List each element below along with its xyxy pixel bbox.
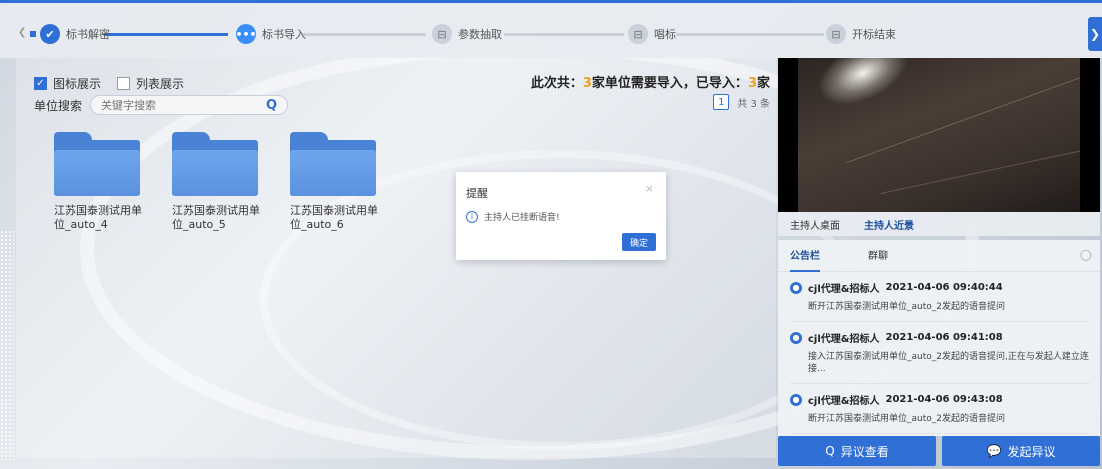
board-tabs: 公告栏 群聊 <box>778 240 1100 272</box>
step-connector-4 <box>676 33 824 36</box>
unit-search-label: 单位搜索 <box>34 98 83 113</box>
message-time: 2021-04-06 09:41:08 <box>885 332 1003 343</box>
message-time: 2021-04-06 09:43:08 <box>885 394 1003 405</box>
message-body: 断开江苏国泰测试用单位_auto_2发起的语音提问 <box>808 302 1005 312</box>
message-sender: cjl代理&招标人 <box>808 396 880 407</box>
notice-board: 公告栏 群聊 ○ ● cjl代理&招标人 2021-04-06 09:40:44… <box>778 240 1100 436</box>
search-icon[interactable]: ○ <box>1080 247 1092 263</box>
alert-dialog: 提醒 × i 主持人已挂断语音! 确定 <box>456 172 666 260</box>
summary-text: 家单位需要导入，已导入： <box>591 76 748 91</box>
list-item: ● cjl代理&招标人 2021-04-06 09:40:44 断开江苏国泰测试… <box>790 280 1090 322</box>
step-bid-reading[interactable]: ⊟ 唱标 <box>628 22 676 46</box>
check-icon: ✔ <box>40 24 60 44</box>
folder-icon <box>54 132 140 196</box>
step-connector-1 <box>104 33 228 36</box>
folder-item[interactable]: 江苏国泰测试用单位_auto_6 <box>290 132 378 232</box>
step-marker <box>30 31 36 37</box>
background-dots <box>0 230 14 460</box>
step-connector-3 <box>504 33 624 36</box>
close-icon[interactable]: × <box>645 182 654 195</box>
folder-icon <box>172 132 258 196</box>
page-total: 共 3 条 <box>737 98 770 110</box>
step-decrypt[interactable]: ✔ 标书解密 <box>40 22 110 46</box>
user-icon: ● <box>790 281 802 294</box>
raise-objection-button[interactable]: 💬 发起异议 <box>942 436 1100 466</box>
search-icon[interactable]: Q <box>266 98 277 113</box>
summary-text: 此次共： <box>530 76 583 91</box>
folder-item[interactable]: 江苏国泰测试用单位_auto_5 <box>172 132 260 232</box>
more-dots-icon: ••• <box>235 24 257 44</box>
page-1-button[interactable]: 1 <box>713 94 730 110</box>
tab-group-chat[interactable]: 群聊 <box>868 240 888 272</box>
view-objection-label: 异议查看 <box>840 444 889 459</box>
pagination: 1 共 3 条 <box>713 94 770 110</box>
step-label: 参数抽取 <box>458 28 502 41</box>
user-icon: ● <box>790 393 802 406</box>
folder-label: 江苏国泰测试用单位_auto_4 <box>54 204 142 231</box>
step-label: 唱标 <box>654 28 676 41</box>
step-connector-2 <box>302 33 426 36</box>
confirm-button[interactable]: 确定 <box>622 233 656 251</box>
raise-objection-label: 发起异议 <box>1007 444 1056 459</box>
summary-total-count: 3 <box>582 76 592 91</box>
folder-item[interactable]: 江苏国泰测试用单位_auto_4 <box>54 132 142 232</box>
unit-search-row: 单位搜索 Q <box>34 95 289 115</box>
message-body: 接入江苏国泰测试用单位_auto_2发起的语音提问,正在与发起人建立连接... <box>808 352 1089 374</box>
step-label: 开标结束 <box>852 28 896 41</box>
message-time: 2021-04-06 09:40:44 <box>885 282 1003 293</box>
pending-icon: ⊟ <box>826 24 846 44</box>
chevron-right-icon[interactable]: ❯ <box>1088 17 1102 51</box>
message-body: 断开江苏国泰测试用单位_auto_2发起的语音提问 <box>808 414 1005 424</box>
folder-label: 江苏国泰测试用单位_auto_5 <box>172 204 260 231</box>
step-extract[interactable]: ⊟ 参数抽取 <box>432 22 502 46</box>
message-header: ● cjl代理&招标人 2021-04-06 09:43:08 <box>790 392 1090 407</box>
import-summary: 此次共：3家单位需要导入，已导入：3家 <box>531 72 770 91</box>
host-video <box>778 58 1100 212</box>
icon-view-checkbox[interactable]: ✓ 图标展示 <box>34 75 101 92</box>
search-icon: Q <box>825 444 835 458</box>
action-bar: Q 异议查看 💬 发起异议 <box>778 436 1100 466</box>
step-label: 标书导入 <box>262 28 306 41</box>
tab-host-desktop[interactable]: 主持人桌面 <box>790 217 840 232</box>
checkbox-checked-icon: ✓ <box>34 77 47 90</box>
list-item: ● cjl代理&招标人 2021-04-06 09:43:08 断开江苏国泰测试… <box>790 392 1090 434</box>
pending-icon: ⊟ <box>432 24 452 44</box>
tab-notice[interactable]: 公告栏 <box>790 240 820 272</box>
unit-search-input[interactable] <box>101 98 252 112</box>
unit-search-box: Q <box>90 95 289 115</box>
list-view-label: 列表展示 <box>136 77 185 91</box>
list-view-checkbox[interactable]: 列表展示 <box>117 75 184 92</box>
summary-imported-count: 3 <box>747 76 757 91</box>
view-toggle: ✓ 图标展示 列表展示 <box>34 75 184 92</box>
step-import[interactable]: ••• 标书导入 <box>235 22 306 46</box>
chat-icon: 💬 <box>986 444 1002 458</box>
pending-icon: ⊟ <box>628 24 648 44</box>
dialog-title: 提醒 <box>466 187 488 200</box>
checkbox-empty-icon <box>117 77 131 90</box>
message-header: ● cjl代理&招标人 2021-04-06 09:40:44 <box>790 280 1090 295</box>
step-label: 标书解密 <box>66 28 110 41</box>
dialog-message-text: 主持人已挂断语音! <box>484 213 560 223</box>
folder-label: 江苏国泰测试用单位_auto_6 <box>290 204 378 231</box>
folder-icon <box>290 132 376 196</box>
video-tabs: 主持人桌面 主持人近景 <box>778 212 1100 236</box>
dialog-message: i 主持人已挂断语音! <box>466 210 560 223</box>
progress-stepper: ❮ ✔ 标书解密 ••• 标书导入 ⊟ 参数抽取 ⊟ 唱标 ⊟ 开标结束 ❯ <box>0 0 1102 58</box>
message-header: ● cjl代理&招标人 2021-04-06 09:41:08 <box>790 330 1090 345</box>
message-sender: cjl代理&招标人 <box>808 334 880 345</box>
tab-host-closeup[interactable]: 主持人近景 <box>864 217 914 232</box>
message-list: ● cjl代理&招标人 2021-04-06 09:40:44 断开江苏国泰测试… <box>790 280 1090 442</box>
view-objection-button[interactable]: Q 异议查看 <box>778 436 936 466</box>
icon-view-label: 图标展示 <box>53 77 102 91</box>
info-icon: i <box>466 210 478 223</box>
chevron-left-icon[interactable]: ❮ <box>18 27 26 38</box>
message-sender: cjl代理&招标人 <box>808 284 880 295</box>
step-finish[interactable]: ⊟ 开标结束 <box>826 22 896 46</box>
user-icon: ● <box>790 331 802 344</box>
list-item: ● cjl代理&招标人 2021-04-06 09:41:08 接入江苏国泰测试… <box>790 330 1090 384</box>
summary-text: 家 <box>756 76 770 91</box>
folder-grid: 江苏国泰测试用单位_auto_4 江苏国泰测试用单位_auto_5 江苏国泰测试… <box>54 132 378 232</box>
